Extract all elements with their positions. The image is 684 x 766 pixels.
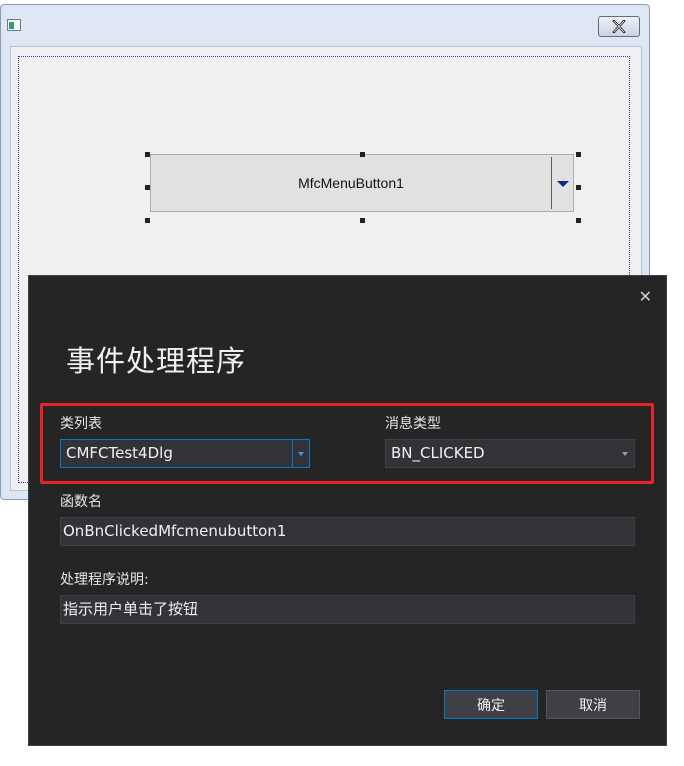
resize-handle-bottom-left[interactable] <box>145 218 150 223</box>
message-type-combo[interactable]: BN_CLICKED <box>385 439 635 468</box>
class-list-combo[interactable]: CMFCTest4Dlg <box>60 439 310 468</box>
event-handler-dialog: ✕ 事件处理程序 类列表 CMFCTest4Dlg 消息类型 BN_CLICKE… <box>29 276 666 745</box>
handler-description-field[interactable]: 指示用户单击了按钮 <box>60 595 635 624</box>
chevron-down-icon[interactable] <box>617 440 634 467</box>
designer-titlebar <box>1 5 649 45</box>
cancel-button[interactable]: 取消 <box>546 690 640 719</box>
resize-handle-bottom-right[interactable] <box>576 218 581 223</box>
mfc-menu-button[interactable]: MfcMenuButton1 <box>150 154 574 212</box>
menu-button-separator <box>551 157 552 209</box>
message-type-value: BN_CLICKED <box>391 444 485 462</box>
resize-handle-top[interactable] <box>360 152 365 157</box>
class-list-value: CMFCTest4Dlg <box>66 444 173 462</box>
dropdown-arrow-icon[interactable] <box>557 181 569 187</box>
resize-handle-right[interactable] <box>576 185 581 190</box>
close-icon <box>612 20 626 33</box>
resize-handle-top-right[interactable] <box>576 152 581 157</box>
ok-button[interactable]: 确定 <box>444 690 538 719</box>
class-list-label: 类列表 <box>60 416 102 432</box>
dialog-title: 事件处理程序 <box>66 344 247 378</box>
resize-handle-bottom[interactable] <box>360 218 365 223</box>
chevron-down-icon[interactable] <box>292 440 309 467</box>
function-name-label: 函数名 <box>60 494 102 510</box>
close-icon[interactable]: ✕ <box>639 288 652 306</box>
resize-handle-top-left[interactable] <box>145 152 150 157</box>
menu-button-label: MfcMenuButton1 <box>298 175 404 191</box>
designer-close-button[interactable] <box>598 16 640 37</box>
function-name-field[interactable]: OnBnClickedMfcmenubutton1 <box>60 517 635 546</box>
system-menu-icon[interactable] <box>7 19 21 31</box>
resize-handle-left[interactable] <box>145 185 150 190</box>
handler-description-label: 处理程序说明: <box>60 572 149 588</box>
message-type-label: 消息类型 <box>385 416 441 432</box>
